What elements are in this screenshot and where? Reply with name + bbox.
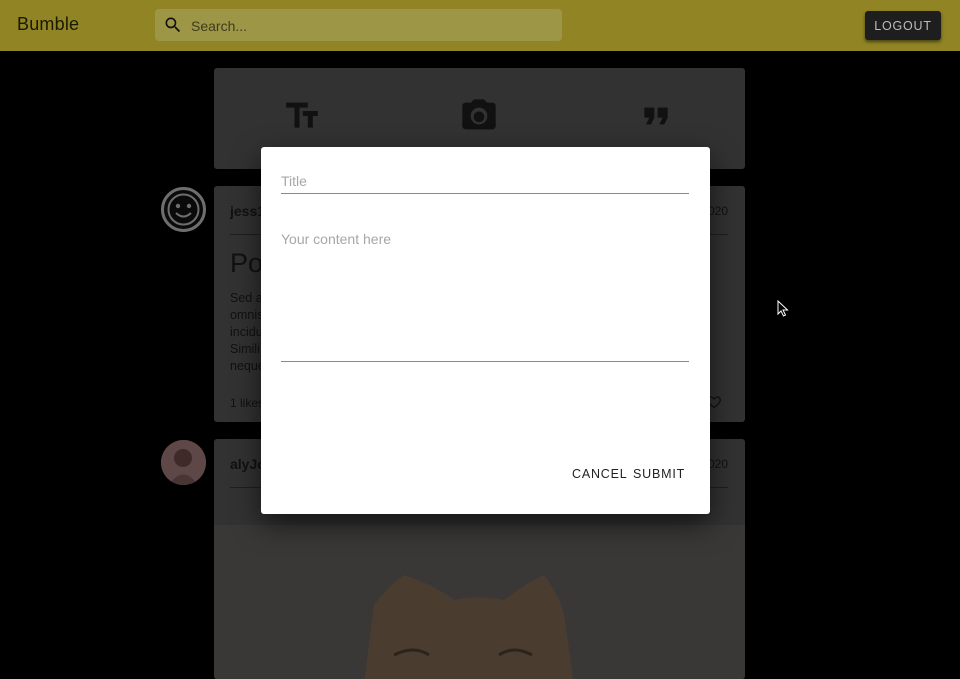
post-body-line: Simili: [230, 342, 260, 356]
post-image: [214, 525, 745, 679]
camera-icon[interactable]: [459, 96, 499, 136]
mouse-cursor-icon: [777, 300, 789, 317]
post-body: Sed a omnis incidu Simili neque: [230, 290, 265, 375]
post-body-line: incidu: [230, 325, 263, 339]
likes-count: 1 likes: [230, 396, 265, 410]
logout-button[interactable]: LOGOUT: [865, 11, 941, 40]
text-format-icon[interactable]: [282, 96, 322, 136]
post-username[interactable]: jess1: [230, 203, 265, 219]
app-bar: Bumble LOGOUT: [0, 0, 960, 51]
post-body-line: Sed a: [230, 291, 263, 305]
title-field[interactable]: [281, 169, 689, 194]
post-date: 020: [707, 204, 728, 218]
search-input[interactable]: [189, 9, 553, 43]
cat-image: [214, 525, 745, 679]
post-title: Po: [230, 248, 264, 278]
app-title: Bumble: [17, 14, 80, 34]
quote-icon[interactable]: [636, 96, 676, 136]
user-avatar-icon: [161, 440, 206, 485]
content-field[interactable]: [281, 231, 689, 362]
avatar[interactable]: [161, 440, 206, 485]
search-bar[interactable]: [155, 9, 562, 43]
post-body-line: omnis: [230, 308, 264, 322]
post-date: 020: [707, 457, 728, 471]
search-icon: [165, 17, 181, 33]
submit-button[interactable]: SUBMIT: [633, 464, 684, 484]
cancel-button[interactable]: CANCEL: [572, 464, 627, 484]
create-post-dialog: CANCEL SUBMIT: [261, 147, 710, 514]
post-body-line: neque: [230, 359, 265, 373]
avatar[interactable]: [161, 187, 206, 232]
smiley-avatar-icon: [167, 193, 200, 226]
